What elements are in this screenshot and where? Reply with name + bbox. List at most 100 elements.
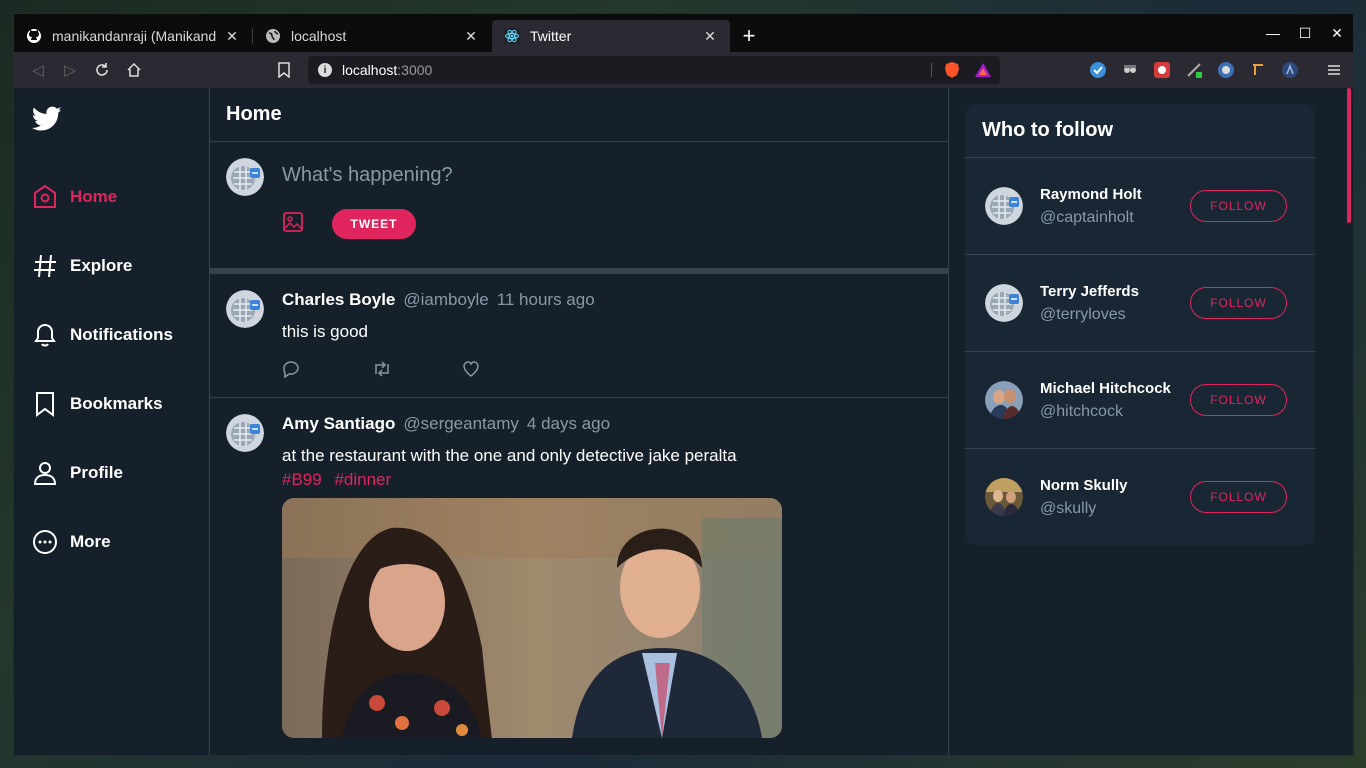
follow-name[interactable]: Norm Skully [1040,477,1190,494]
tweet-content: Charles Boyle @iamboyle 11 hours ago thi… [282,290,932,383]
sidebar-item-label: More [70,531,111,551]
tweet[interactable]: Charles Boyle @iamboyle 11 hours ago thi… [210,274,948,398]
hashtag-link[interactable]: #dinner [334,470,391,489]
avatar[interactable] [226,158,264,196]
forward-icon[interactable]: ▷ [54,56,86,84]
who-to-follow-title: Who to follow [965,104,1315,158]
tweet-hashtags: #B99 #dinner [282,470,932,490]
right-column: Who to follow Raymond Holt @captainholt … [949,88,1353,755]
extension-icon[interactable] [1215,59,1237,81]
avatar[interactable] [226,414,264,452]
github-icon [26,28,42,44]
follow-name[interactable]: Raymond Holt [1040,186,1190,203]
extension-icon[interactable] [1247,59,1269,81]
bookmark-page-icon[interactable] [268,56,300,84]
follow-button[interactable]: FOLLOW [1190,481,1287,513]
brave-icon[interactable] [944,61,960,82]
follow-name[interactable]: Michael Hitchcock [1040,380,1190,397]
sidebar-item-explore[interactable]: Explore [14,231,209,300]
menu-icon[interactable] [1323,59,1345,81]
follow-handle: @captainholt [1040,208,1134,226]
tweet-handle[interactable]: @iamboyle [403,290,488,310]
avatar[interactable] [985,187,1023,225]
compose-input[interactable]: What's happening? [282,164,932,187]
page-title: Home [210,88,948,142]
url-bar[interactable]: i localhost:3000 [308,56,1000,84]
compose-actions: TWEET [282,209,932,239]
avatar[interactable] [985,284,1023,322]
tab-title: Twitter [530,28,572,44]
reload-icon[interactable] [86,56,118,84]
close-icon[interactable]: ✕ [702,28,718,45]
tweet-handle[interactable]: @sergeantamy [403,414,519,434]
follow-suggestion: Terry Jefferds @terryloves FOLLOW [965,255,1315,352]
sidebar-item-profile[interactable]: Profile [14,438,209,507]
tweet[interactable]: Amy Santiago @sergeantamy 4 days ago at … [210,398,948,752]
like-icon[interactable] [462,360,552,383]
avatar[interactable] [985,381,1023,419]
sidebar-item-home[interactable]: Home [14,162,209,231]
sidebar-item-label: Profile [70,462,123,482]
sidebar-item-notifications[interactable]: Notifications [14,300,209,369]
tab-github[interactable]: manikandanraji (Manikand ✕ [14,20,253,52]
sidebar-item-more[interactable]: More [14,507,209,576]
twitter-logo-icon[interactable] [31,106,62,136]
tweet-time: 11 hours ago [496,290,595,309]
avatar[interactable] [226,290,264,328]
bell-icon [34,323,56,346]
close-icon[interactable]: ✕ [463,28,479,45]
url-port: :3000 [397,62,433,78]
follow-name[interactable]: Terry Jefferds [1040,283,1190,300]
reply-icon[interactable] [282,360,372,383]
close-icon[interactable]: ✕ [224,28,240,45]
navigation-toolbar: ◁ ▷ i localhost:3000 [14,52,1353,88]
avatar[interactable] [985,478,1023,516]
tweet-text: this is good [282,322,368,341]
tweet-header: Charles Boyle @iamboyle 11 hours ago [282,290,932,310]
follow-handle: @terryloves [1040,305,1126,323]
extension-icon[interactable] [1279,59,1301,81]
hashtag-icon [34,254,56,277]
follow-suggestion: Michael Hitchcock @hitchcock FOLLOW [965,352,1315,449]
sidebar-item-label: Bookmarks [70,393,163,413]
tweet-header: Amy Santiago @sergeantamy 4 days ago [282,414,932,434]
scrollbar[interactable] [1347,88,1351,223]
extension-icon[interactable] [1151,59,1173,81]
retweet-icon[interactable] [372,360,462,383]
sidebar: Home Explore Notifications Bookmarks Pro… [14,88,210,755]
extension-icon[interactable] [1087,59,1109,81]
compose-body: What's happening? TWEET [282,158,932,268]
follow-info: Michael Hitchcock @hitchcock [1040,380,1190,421]
follow-suggestion: Raymond Holt @captainholt FOLLOW [965,158,1315,255]
rewards-icon[interactable] [974,62,992,81]
sidebar-item-label: Notifications [70,324,173,344]
sidebar-item-label: Home [70,186,118,206]
close-window-icon[interactable]: ✕ [1321,25,1353,42]
twitter-app: Home Explore Notifications Bookmarks Pro… [14,88,1353,755]
tab-twitter[interactable]: Twitter ✕ [492,20,730,52]
site-info-icon[interactable]: i [318,63,332,77]
follow-button[interactable]: FOLLOW [1190,190,1287,222]
react-icon [504,28,520,44]
image-icon[interactable] [282,211,304,238]
follow-handle: @hitchcock [1040,402,1123,420]
tweet-author[interactable]: Amy Santiago [282,414,395,434]
home-button-icon[interactable] [118,56,150,84]
maximize-icon[interactable]: ☐ [1289,25,1321,42]
new-tab-button[interactable]: + [731,20,767,52]
tweet-author[interactable]: Charles Boyle [282,290,395,310]
who-to-follow-panel: Who to follow Raymond Holt @captainholt … [965,104,1315,545]
hashtag-link[interactable]: #B99 [282,470,322,489]
extension-icon[interactable] [1119,59,1141,81]
tab-localhost[interactable]: localhost ✕ [253,20,491,52]
back-icon[interactable]: ◁ [22,56,54,84]
sidebar-item-bookmarks[interactable]: Bookmarks [14,369,209,438]
follow-button[interactable]: FOLLOW [1190,287,1287,319]
extension-icon[interactable] [1183,59,1205,81]
follow-info: Raymond Holt @captainholt [1040,186,1190,227]
bookmark-icon [36,391,54,417]
tweet-image[interactable] [282,498,782,738]
minimize-icon[interactable]: — [1257,25,1289,41]
follow-button[interactable]: FOLLOW [1190,384,1287,416]
tweet-button[interactable]: TWEET [332,209,416,239]
